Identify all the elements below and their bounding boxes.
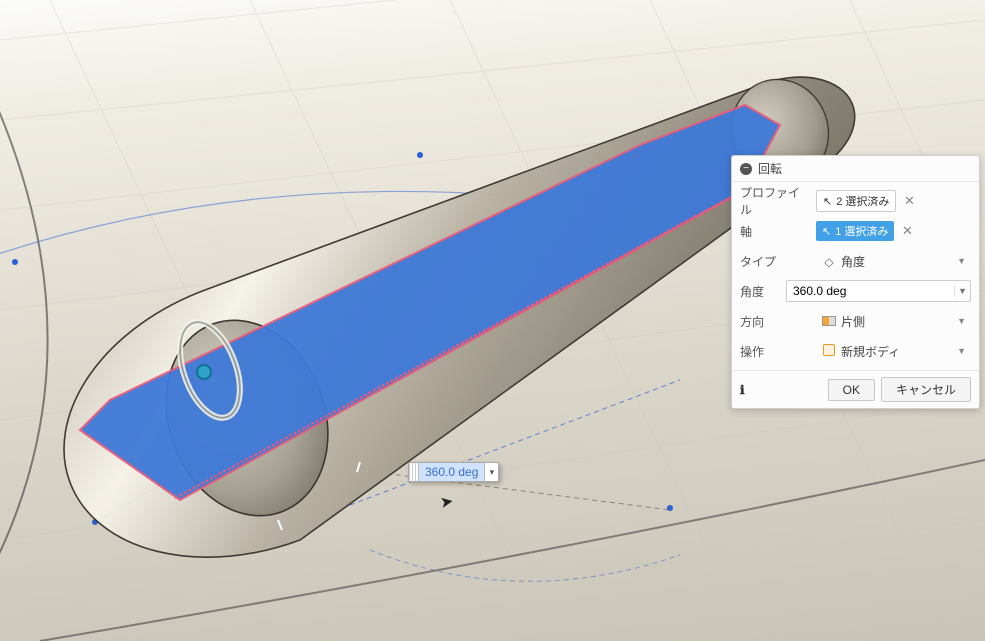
angle-float-value[interactable]: 360.0 deg (419, 463, 484, 481)
panel-header: − 回転 (732, 156, 979, 182)
cancel-button[interactable]: キャンセル (881, 377, 971, 402)
label-profile: プロファイル (740, 184, 810, 218)
new-body-icon (821, 342, 837, 358)
combo-type[interactable]: 角度 ▼ (816, 250, 971, 273)
pointer-icon: ↖ (822, 225, 831, 238)
label-direction: 方向 (740, 313, 810, 330)
angle-float-input[interactable]: 360.0 deg ▾ (408, 462, 499, 482)
angle-float-dropdown[interactable]: ▾ (484, 463, 498, 481)
combo-type-value: 角度 (841, 255, 865, 269)
row-axis: 軸 ↖ 1 選択済み ✕ (732, 216, 979, 246)
panel-title: 回転 (758, 160, 971, 177)
label-operation: 操作 (740, 343, 810, 360)
combo-direction-value: 片側 (841, 315, 865, 329)
collapse-icon[interactable]: − (740, 163, 752, 175)
label-axis: 軸 (740, 223, 810, 240)
combo-direction[interactable]: 片側 ▼ (816, 310, 971, 333)
chevron-down-icon: ▼ (957, 316, 966, 326)
chevron-down-icon[interactable]: ▼ (954, 286, 970, 296)
angle-icon (821, 254, 837, 270)
clear-profile-button[interactable]: ✕ (900, 192, 918, 210)
chevron-down-icon: ▼ (957, 346, 966, 356)
row-angle: 角度 ▼ (732, 276, 979, 306)
row-operation: 操作 新規ボディ ▼ (732, 336, 979, 366)
clear-axis-button[interactable]: ✕ (898, 222, 916, 240)
row-type: タイプ 角度 ▼ (732, 246, 979, 276)
combo-operation[interactable]: 新規ボディ ▼ (816, 339, 971, 363)
ok-button[interactable]: OK (828, 379, 875, 401)
chip-profile[interactable]: ↖ 2 選択済み (816, 190, 896, 212)
pointer-icon: ↖ (823, 195, 832, 208)
panel-footer: ℹ OK キャンセル (732, 370, 979, 408)
label-angle: 角度 (740, 283, 780, 300)
drag-handle-icon[interactable] (409, 463, 419, 481)
angle-input-field[interactable] (787, 281, 954, 301)
chevron-down-icon: ▼ (957, 256, 966, 266)
row-profile: プロファイル ↖ 2 選択済み ✕ (732, 186, 979, 216)
one-side-icon (821, 313, 837, 329)
revolve-panel: − 回転 プロファイル ↖ 2 選択済み ✕ 軸 ↖ 1 選択済み ✕ (731, 155, 980, 409)
info-icon[interactable]: ℹ (740, 383, 822, 397)
combo-operation-value: 新規ボディ (841, 345, 900, 359)
angle-input[interactable]: ▼ (786, 280, 971, 302)
label-type: タイプ (740, 253, 810, 270)
chip-profile-text: 2 選択済み (836, 193, 889, 209)
chip-axis[interactable]: ↖ 1 選択済み (816, 221, 894, 241)
chip-axis-text: 1 選択済み (835, 223, 888, 239)
row-direction: 方向 片側 ▼ (732, 306, 979, 336)
